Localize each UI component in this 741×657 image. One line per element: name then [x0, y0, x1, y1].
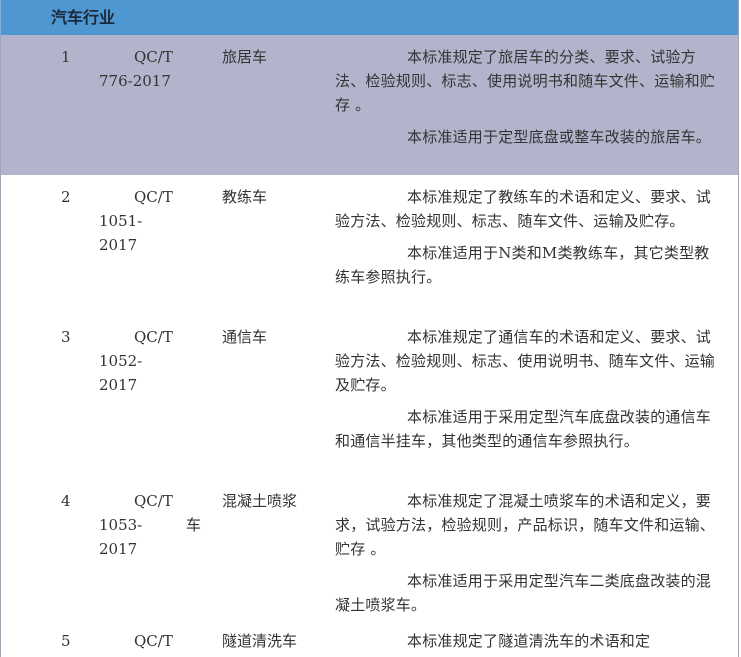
row-number: 1 — [61, 48, 71, 66]
standard-description: 本标准规定了通信车的术语和定义、要求、试验方法、检验规则、标志、使用说明书、随车… — [335, 325, 717, 453]
standard-name: 旅居车 — [222, 48, 268, 66]
standard-code: QC/T 1052- 2017 — [99, 328, 173, 394]
standard-name: 通信车 — [222, 328, 268, 346]
standard-code: QC/T 1053- 2017 — [99, 492, 173, 558]
description-scope: 本标准规定了教练车的术语和定义、要求、试验方法、检验规则、标志、随车文件、运输及… — [335, 188, 712, 230]
row-number: 3 — [61, 328, 71, 346]
row-number: 2 — [61, 188, 71, 206]
standard-description: 本标准规定了旅居车的分类、要求、试验方法、检验规则、标志、使用说明书和随车文件、… — [335, 45, 717, 149]
description-applicability: 本标准适用于采用定型汽车二类底盘改装的混凝土喷浆车。 — [335, 572, 712, 614]
table-row: 5 QC/T 隧道清洗车 本标准规定了隧道清洗车的术语和定 — [1, 619, 738, 657]
description-scope: 本标准规定了隧道清洗车的术语和定 — [407, 632, 651, 650]
standard-name: 隧道清洗车 — [222, 632, 298, 650]
standard-code: QC/T 776-2017 — [99, 48, 173, 90]
description-scope: 本标准规定了混凝土喷浆车的术语和定义，要求，试验方法，检验规则，产品标识，随车文… — [335, 492, 716, 558]
standard-code: QC/T — [134, 632, 173, 650]
row-number: 4 — [61, 492, 71, 510]
description-applicability: 本标准适用于N类和M类教练车，其它类型教练车参照执行。 — [335, 244, 710, 286]
standards-table: 汽车行业 1 QC/T 776-2017 旅居车 本标准规定了旅居车的分类、要求… — [0, 0, 739, 657]
table-row: 4 QC/T 1053- 2017 混凝土喷浆 车 本标准规定了混凝土喷浆车的术… — [1, 479, 738, 619]
row-number: 5 — [61, 632, 71, 650]
standard-description: 本标准规定了混凝土喷浆车的术语和定义，要求，试验方法，检验规则，产品标识，随车文… — [335, 489, 717, 617]
description-scope: 本标准规定了通信车的术语和定义、要求、试验方法、检验规则、标志、使用说明书、随车… — [335, 328, 716, 394]
standard-description: 本标准规定了教练车的术语和定义、要求、试验方法、检验规则、标志、随车文件、运输及… — [335, 185, 717, 289]
table-row: 1 QC/T 776-2017 旅居车 本标准规定了旅居车的分类、要求、试验方法… — [1, 35, 738, 175]
table-section-header: 汽车行业 — [1, 0, 738, 35]
description-applicability: 本标准适用于采用定型汽车底盘改装的通信车和通信半挂车，其他类型的通信车参照执行。 — [335, 408, 712, 450]
description-applicability: 本标准适用于定型底盘或整车改装的旅居车。 — [407, 128, 712, 146]
standard-code: QC/T 1051- 2017 — [99, 188, 173, 254]
table-row: 2 QC/T 1051- 2017 教练车 本标准规定了教练车的术语和定义、要求… — [1, 175, 738, 315]
section-title: 汽车行业 — [51, 8, 116, 27]
standard-name: 教练车 — [222, 188, 268, 206]
table-row: 3 QC/T 1052- 2017 通信车 本标准规定了通信车的术语和定义、要求… — [1, 315, 738, 479]
standard-description: 本标准规定了隧道清洗车的术语和定 — [335, 629, 717, 653]
standard-name: 混凝土喷浆 车 — [186, 492, 298, 534]
description-scope: 本标准规定了旅居车的分类、要求、试验方法、检验规则、标志、使用说明书和随车文件、… — [335, 48, 716, 114]
